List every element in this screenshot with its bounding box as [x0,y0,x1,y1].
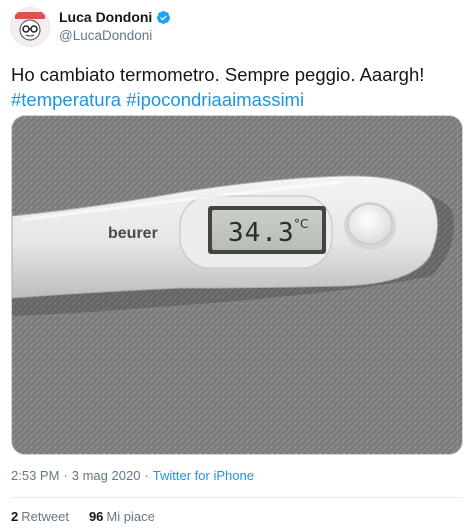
meta-separator: · [63,468,68,483]
verified-badge-icon [156,10,171,25]
likes-stat[interactable]: 96 Mi piace [89,509,155,524]
author-handle[interactable]: @LucaDondoni [59,28,152,43]
thermometer-reading: 34.3 [228,218,295,248]
tweet-photo[interactable]: beurer 34.3 °C [11,115,463,455]
tweet-text-line: Ho cambiato termometro. Sempre peggio. A… [11,64,425,85]
likes-count: 96 [88,509,104,524]
thermometer-brand: beurer [108,225,158,242]
hashtag-line: #temperatura #ipocondriaaimassimi [11,87,461,112]
thermometer-unit: °C [294,217,308,231]
tweet-date[interactable]: 3 mag 2020 [72,468,141,483]
tweet-source-link[interactable]: Twitter for iPhone [153,468,254,483]
tweet-card: Luca Dondoni @LucaDondoni Ho cambiato te… [0,0,472,529]
tweet-text: Ho cambiato termometro. Sempre peggio. A… [11,62,461,112]
tweet-stats: 2 Retweet 96 Mi piace [11,509,155,524]
avatar[interactable] [10,7,50,47]
tweet-time[interactable]: 2:53 PM [11,468,59,483]
thermometer-photo: beurer 34.3 °C [12,116,462,454]
hashtag-temperatura[interactable]: #temperatura [11,89,121,110]
retweets-label: Retweet [21,509,69,524]
meta-separator: · [144,468,149,483]
display-name[interactable]: Luca Dondoni [59,9,152,25]
likes-label: Mi piace [106,509,155,524]
retweets-stat[interactable]: 2 Retweet [11,509,69,524]
author-name-row[interactable]: Luca Dondoni [59,9,171,25]
retweets-count: 2 [11,509,19,524]
tweet-meta: 2:53 PM · 3 mag 2020 · Twitter for iPhon… [11,468,254,483]
divider [11,497,462,498]
hashtag-ipocondriaaimassimi[interactable]: #ipocondriaaimassimi [126,89,304,110]
